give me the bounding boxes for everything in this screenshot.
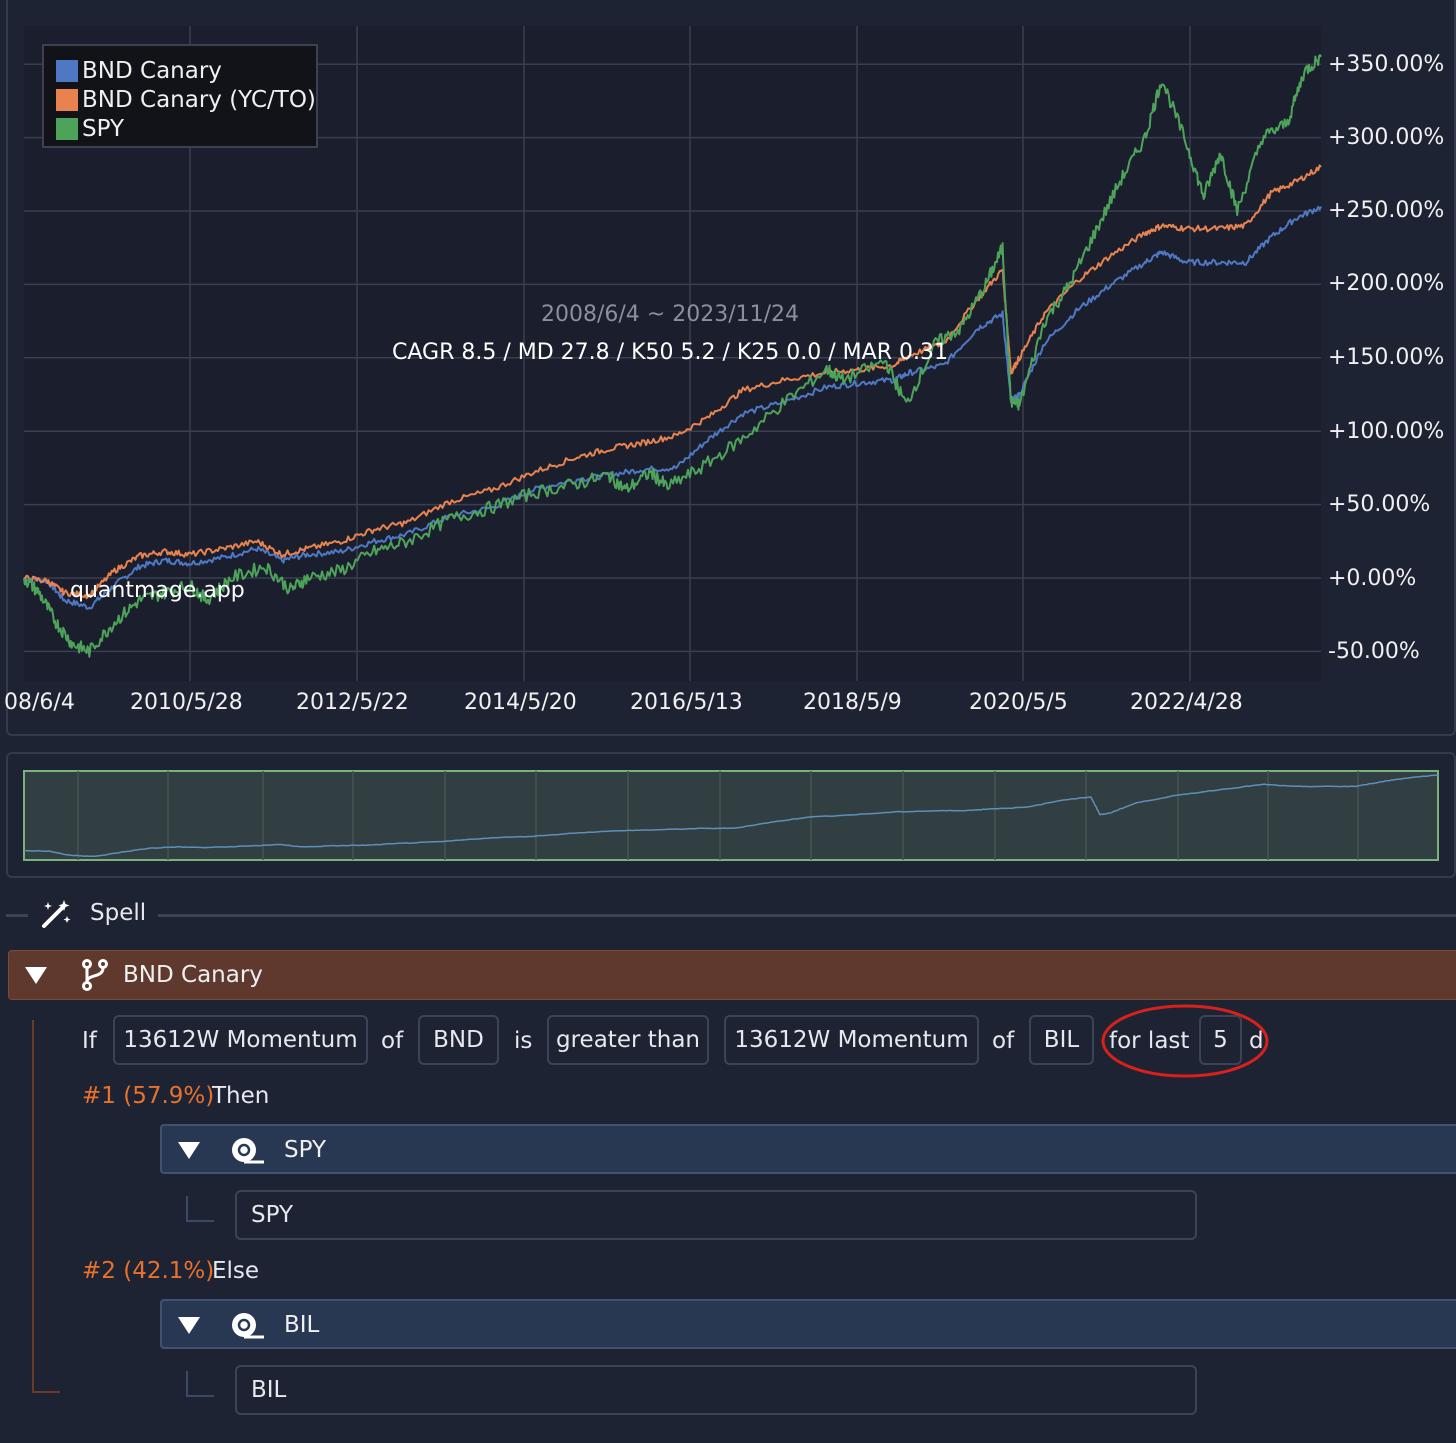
branch-weight: #2 (42.1%) [82, 1258, 215, 1284]
asset-coin-icon [232, 1138, 264, 1164]
asset-ticker-field[interactable]: BIL [235, 1365, 1197, 1415]
watermark: quantmage.app [70, 578, 245, 603]
comparator-select[interactable]: greater than [547, 1015, 709, 1065]
x-tick-label: 2010/5/28 [130, 690, 243, 715]
legend-label: SPY [82, 115, 125, 142]
node-title: BND Canary [123, 962, 263, 988]
node-asset-spy[interactable]: SPY [160, 1124, 1456, 1174]
x-tick-label: 2016/5/13 [630, 690, 743, 715]
legend-item-bnd-canary-yc-to[interactable]: BND Canary (YC/TO) [56, 85, 316, 114]
legend-item-bnd-canary[interactable]: BND Canary [56, 56, 316, 85]
collapse-triangle-icon[interactable] [178, 1142, 200, 1159]
tree-connector [32, 1020, 34, 1392]
of-label: of [381, 1028, 404, 1054]
backtest-stats-label: CAGR 8.5 / MD 27.8 / K50 5.2 / K25 0.0 /… [392, 340, 948, 365]
asset-node-title: SPY [284, 1137, 327, 1163]
y-tick-label: -50.00% [1328, 639, 1420, 664]
spell-title: Spell [90, 900, 147, 926]
spell-section-header: Spell [0, 890, 1456, 940]
y-tick-label: +50.00% [1328, 492, 1431, 517]
x-tick-label: 2012/5/22 [296, 690, 409, 715]
right-indicator-select[interactable]: 13612W Momentum [724, 1015, 979, 1065]
branch-label: Then [212, 1083, 270, 1109]
y-tick-label: +0.00% [1328, 566, 1417, 591]
legend-swatch [56, 88, 78, 111]
node-bnd-canary[interactable]: BND Canary [8, 950, 1456, 1000]
range-navigator[interactable] [6, 752, 1456, 878]
legend-swatch [56, 117, 78, 140]
y-tick-label: +300.00% [1328, 125, 1445, 150]
of-label: of [992, 1028, 1015, 1054]
left-indicator-select[interactable]: 13612W Momentum [113, 1015, 368, 1065]
y-tick-label: +250.00% [1328, 198, 1445, 223]
tree-connector [186, 1196, 214, 1222]
git-branch-icon [82, 959, 108, 991]
branch-weight: #1 (57.9%) [82, 1083, 215, 1109]
is-label: is [514, 1028, 533, 1054]
collapse-triangle-icon[interactable] [25, 967, 47, 984]
x-tick-label: 2018/5/9 [803, 690, 902, 715]
highlight-annotation [1101, 1004, 1269, 1078]
divider [6, 914, 28, 917]
asset-node-title: BIL [284, 1312, 320, 1338]
x-tick-label: 08/6/4 [4, 690, 75, 715]
divider [158, 914, 1456, 917]
x-tick-label: 2014/5/20 [464, 690, 577, 715]
date-range-label: 2008/6/4 ~ 2023/11/24 [540, 302, 800, 327]
tree-connector [186, 1371, 214, 1397]
node-asset-bil[interactable]: BIL [160, 1299, 1456, 1349]
x-tick-label: 2022/4/28 [1130, 690, 1243, 715]
if-label: If [82, 1028, 97, 1054]
asset-coin-icon [232, 1313, 264, 1339]
magic-wand-icon [42, 900, 71, 928]
asset-ticker-field[interactable]: SPY [235, 1190, 1197, 1240]
legend-label: BND Canary (YC/TO) [82, 86, 316, 113]
chart-legend: BND Canary BND Canary (YC/TO) SPY [42, 44, 318, 148]
tree-connector [32, 1391, 60, 1393]
branch-label: Else [212, 1258, 260, 1284]
collapse-triangle-icon[interactable] [178, 1317, 200, 1334]
legend-label: BND Canary [82, 57, 222, 84]
left-asset-field[interactable]: BND [418, 1015, 499, 1065]
y-tick-label: +100.00% [1328, 419, 1445, 444]
legend-item-spy[interactable]: SPY [56, 114, 316, 143]
legend-swatch [56, 59, 78, 82]
right-asset-field[interactable]: BIL [1029, 1015, 1094, 1065]
y-tick-label: +200.00% [1328, 271, 1445, 296]
x-tick-label: 2020/5/5 [969, 690, 1068, 715]
y-tick-label: +350.00% [1328, 52, 1445, 77]
y-tick-label: +150.00% [1328, 345, 1445, 370]
navigator-chart[interactable] [8, 754, 1454, 876]
